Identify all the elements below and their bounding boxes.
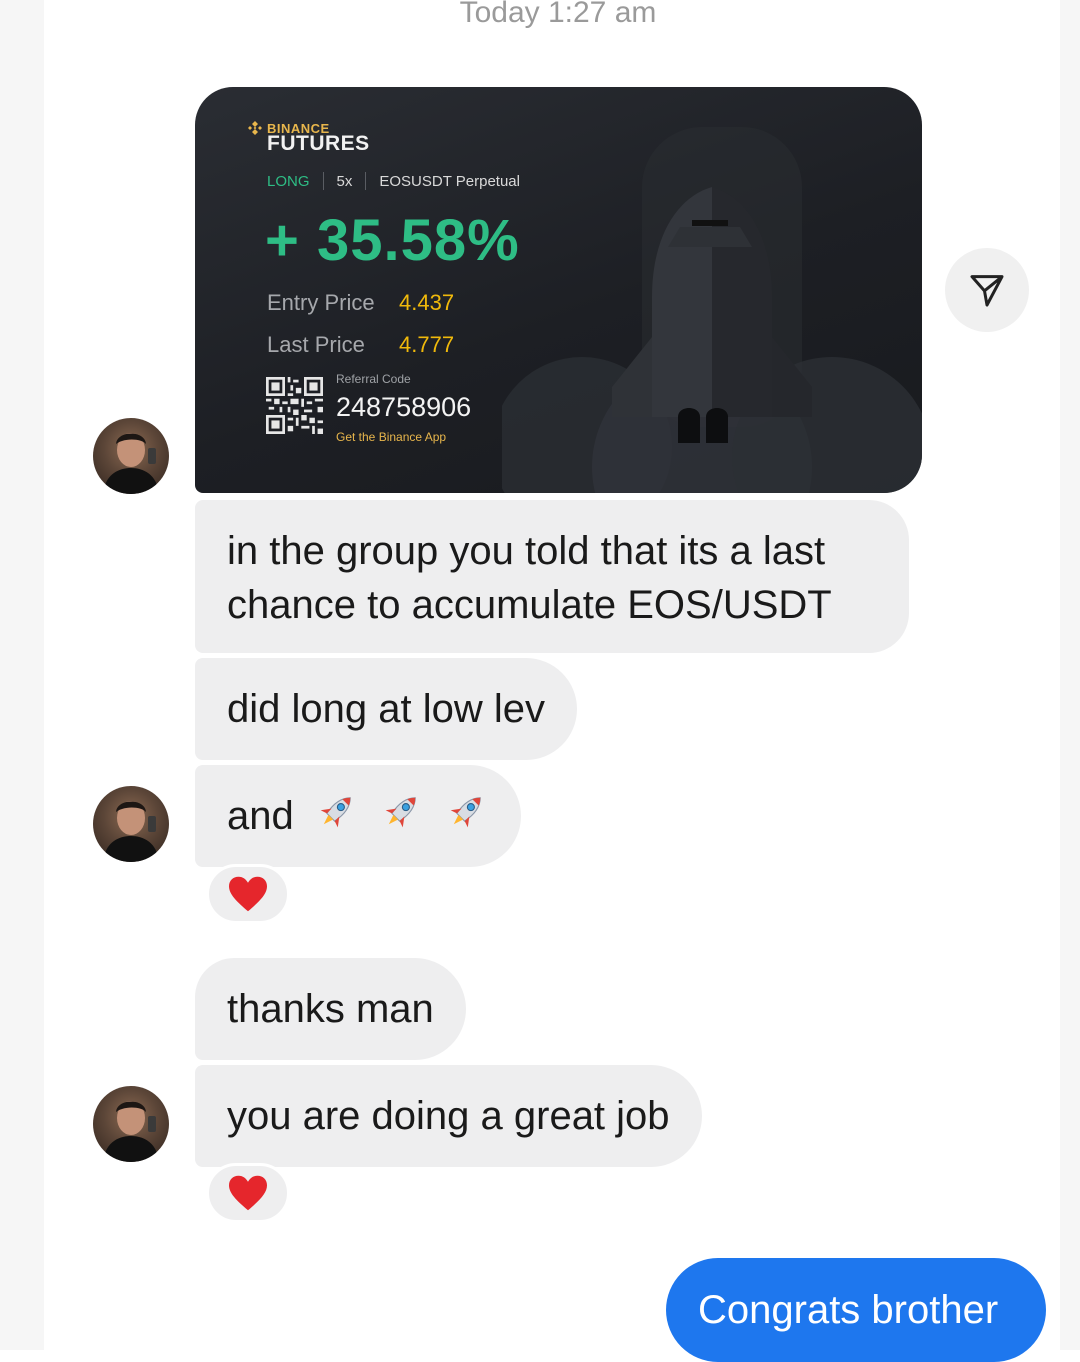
entry-price-row: Entry Price 4.437: [267, 290, 454, 316]
heart-emoji-icon: [229, 876, 267, 912]
last-price-label: Last Price: [267, 332, 365, 357]
position-info: LONG 5x EOSUSDT Perpetual: [267, 172, 520, 190]
avatar-portrait: [103, 433, 159, 494]
entry-price-label: Entry Price: [267, 290, 375, 315]
outgoing-message-bubble[interactable]: Congrats brother: [666, 1258, 1046, 1362]
timestamp: Today 1:27 am: [459, 0, 657, 29]
avatar[interactable]: [93, 786, 169, 862]
right-frame: [1060, 0, 1080, 1350]
share-arrow-icon: [970, 275, 1004, 307]
rocket-emoji-icon: [315, 789, 359, 847]
message-text: and: [227, 794, 294, 838]
side-label: LONG: [267, 172, 310, 190]
last-price-row: Last Price 4.777: [267, 332, 454, 358]
divider: [365, 172, 367, 190]
binance-pnl-card[interactable]: BINANCE FUTURES LONG 5x EOSUSDT Perpetua…: [195, 87, 922, 493]
avatar[interactable]: [93, 1086, 169, 1162]
avatar[interactable]: [93, 418, 169, 494]
message-bubble[interactable]: and: [195, 765, 522, 867]
share-button[interactable]: [945, 248, 1029, 332]
pnl-percentage: + 35.58%: [265, 208, 520, 273]
get-app-text: Get the Binance App: [336, 430, 447, 444]
qr-code-icon: [266, 377, 323, 434]
referral-label: Referral Code: [336, 372, 411, 386]
message-bubble[interactable]: thanks man: [195, 958, 466, 1060]
symbol-label: EOSUSDT Perpetual: [379, 172, 520, 190]
avatar-portrait: [103, 1101, 159, 1162]
last-price-value: 4.777: [399, 332, 455, 357]
left-frame: [0, 0, 44, 1350]
rocket-illustration: [502, 127, 922, 493]
avatar-portrait: [103, 801, 159, 862]
divider: [322, 172, 324, 190]
rocket-emoji-icon: [445, 789, 489, 847]
leverage-label: 5x: [336, 172, 353, 190]
binance-diamond-icon: [248, 121, 262, 135]
message-bubble[interactable]: you are doing a great job: [195, 1065, 702, 1167]
brand-main-text: FUTURES: [267, 132, 370, 155]
heart-reaction[interactable]: [206, 1163, 290, 1223]
heart-reaction[interactable]: [206, 864, 290, 924]
rocket-emoji-icon: [380, 789, 424, 847]
heart-emoji-icon: [229, 1175, 267, 1211]
referral-code: 248758906: [336, 392, 472, 422]
message-bubble[interactable]: did long at low lev: [195, 658, 577, 760]
message-bubble[interactable]: in the group you told that its a last ch…: [195, 500, 909, 653]
entry-price-value: 4.437: [399, 290, 455, 315]
